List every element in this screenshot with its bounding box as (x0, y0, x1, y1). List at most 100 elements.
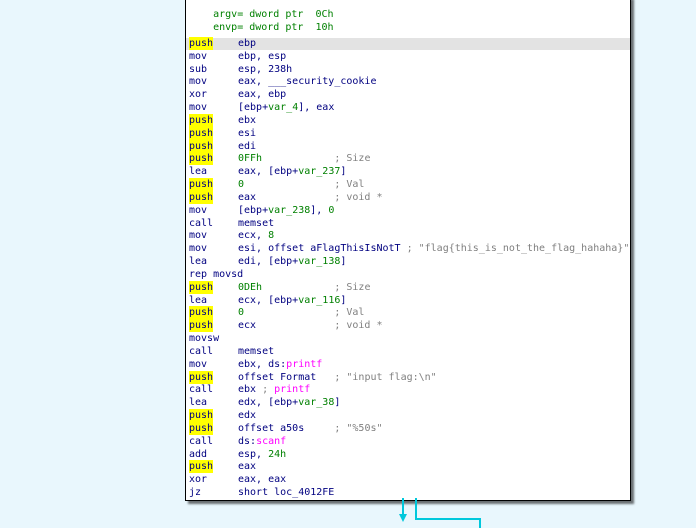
operand-text[interactable]: ebp, esp (238, 51, 286, 62)
operand-text[interactable]: ] (340, 166, 346, 177)
operand-text[interactable]: ebx (238, 384, 256, 395)
operand-text[interactable]: eax, eax (238, 474, 286, 485)
operand-text[interactable]: memset (238, 218, 274, 229)
mnemonic[interactable]: mov (189, 75, 207, 88)
operands: ecx, [ebp+var_116] (238, 294, 346, 307)
comment: ; Size (262, 281, 371, 293)
operand-text[interactable]: [ebp+ (238, 205, 268, 216)
operand-text[interactable]: offset Format (238, 372, 316, 383)
operand-value[interactable]: 0 (328, 205, 334, 216)
import-name[interactable]: scanf (256, 436, 286, 447)
mnemonic-highlighted[interactable]: push (189, 178, 214, 192)
stack-var-envp: envp= dword ptr 10h (213, 22, 334, 33)
operand-text[interactable]: ecx, (238, 230, 268, 241)
import-name[interactable]: printf (274, 384, 310, 395)
mnemonic[interactable]: movsw (189, 332, 219, 345)
mnemonic[interactable]: sub (189, 63, 207, 76)
mnemonic[interactable]: lea (189, 294, 207, 307)
mnemonic[interactable]: call (189, 345, 213, 358)
operand-text[interactable]: esi (238, 128, 256, 139)
operand-text[interactable]: edx, [ebp+ (238, 397, 298, 408)
operands: esi (238, 127, 256, 140)
mnemonic[interactable]: call (189, 435, 213, 448)
mnemonic[interactable]: add (189, 448, 207, 461)
mnemonic-highlighted[interactable]: push (189, 113, 214, 127)
operand-text[interactable]: [ebp+ (238, 102, 268, 113)
mnemonic[interactable]: mov (189, 50, 207, 63)
operand-text[interactable]: edi, [ebp+ (238, 256, 298, 267)
flow-edge-false (415, 498, 417, 520)
operand-text[interactable]: ebx (238, 115, 256, 126)
ida-code-block[interactable]: argv= dword ptr 0Ch envp= dword ptr 10h … (185, 0, 631, 501)
operand-value[interactable]: 0DEh (238, 282, 262, 293)
mnemonic[interactable]: mov (189, 242, 207, 255)
operand-text[interactable]: ebp (238, 38, 256, 49)
operand-text[interactable]: eax, ___security_cookie (238, 76, 376, 87)
operand-text[interactable]: offset a50s (238, 423, 304, 434)
operand-value[interactable]: var_237 (298, 166, 340, 177)
operand-text[interactable]: short loc_4012FE (238, 487, 334, 498)
operand-text[interactable]: eax, [ebp+ (238, 166, 298, 177)
operand-text[interactable]: ebx, ds: (238, 359, 286, 370)
operand-text[interactable]: esp, 238h (238, 64, 292, 75)
mnemonic[interactable]: lea (189, 255, 207, 268)
operand-value[interactable]: 8 (268, 230, 274, 241)
mnemonic-highlighted[interactable]: push (189, 370, 214, 384)
mnemonic[interactable]: call (189, 217, 213, 230)
operand-value[interactable]: var_116 (298, 295, 340, 306)
operand-text[interactable]: ds: (238, 436, 256, 447)
operand-text[interactable]: eax (238, 192, 256, 203)
mnemonic-highlighted[interactable]: push (189, 190, 214, 204)
operand-value[interactable]: var_238 (268, 205, 310, 216)
operand-text[interactable]: edi (238, 141, 256, 152)
operand-text[interactable]: esp, (238, 449, 268, 460)
mnemonic-highlighted[interactable]: push (189, 421, 214, 435)
operand-text[interactable]: ] (334, 397, 340, 408)
operand-text[interactable]: eax, ebp (238, 89, 286, 100)
mnemonic-highlighted[interactable]: push (189, 409, 214, 423)
operand-text[interactable]: ], (310, 205, 328, 216)
operands: edx, [ebp+var_38] (238, 396, 340, 409)
operand-text[interactable]: eax (238, 461, 256, 472)
operand-text[interactable]: ecx (238, 320, 256, 331)
comment: ; "%50s" (304, 422, 383, 434)
operand-text[interactable]: ] (340, 256, 346, 267)
mnemonic[interactable]: xor (189, 88, 207, 101)
mnemonic[interactable]: jz (189, 486, 201, 499)
operands: eax (238, 460, 256, 473)
operand-text[interactable]: ], eax (298, 102, 334, 113)
operand-text[interactable]: ] (340, 295, 346, 306)
mnemonic-highlighted[interactable]: push (189, 306, 214, 320)
operand-value[interactable]: var_38 (298, 397, 334, 408)
stack-var-argv: argv= dword ptr 0Ch (213, 9, 334, 20)
flow-edge-false-horizontal (415, 518, 481, 520)
mnemonic-highlighted[interactable]: push (189, 152, 214, 166)
mnemonic[interactable]: lea (189, 165, 207, 178)
mnemonic[interactable]: mov (189, 229, 207, 242)
operand-value[interactable]: 0FFh (238, 153, 262, 164)
mnemonic-highlighted[interactable]: push (189, 37, 214, 50)
operand-text[interactable]: edx (238, 410, 256, 421)
operand-text[interactable]: ecx, [ebp+ (238, 295, 298, 306)
mnemonic[interactable]: mov (189, 204, 207, 217)
mnemonic[interactable]: mov (189, 358, 207, 371)
mnemonic[interactable]: lea (189, 396, 207, 409)
operands: [ebp+var_4], eax (238, 101, 334, 114)
operands: edx (238, 409, 256, 422)
mnemonic-highlighted[interactable]: push (189, 460, 214, 474)
mnemonic-highlighted[interactable]: push (189, 319, 214, 333)
mnemonic-highlighted[interactable]: push (189, 139, 214, 153)
operand-value[interactable]: 24h (268, 449, 286, 460)
mnemonic[interactable]: xor (189, 473, 207, 486)
mnemonic-highlighted[interactable]: push (189, 280, 214, 294)
operand-text[interactable]: memset (238, 346, 274, 357)
mnemonic[interactable]: rep movsd (189, 268, 243, 281)
mnemonic[interactable]: call (189, 383, 213, 396)
operand-value[interactable]: var_138 (298, 256, 340, 267)
operand-value[interactable]: var_4 (268, 102, 298, 113)
operand-text[interactable]: esi, offset aFlagThisIsNotT (238, 243, 401, 254)
import-name[interactable]: printf (286, 359, 322, 370)
operands: ecx ; void * (238, 319, 383, 332)
mnemonic-highlighted[interactable]: push (189, 126, 214, 140)
mnemonic[interactable]: mov (189, 101, 207, 114)
